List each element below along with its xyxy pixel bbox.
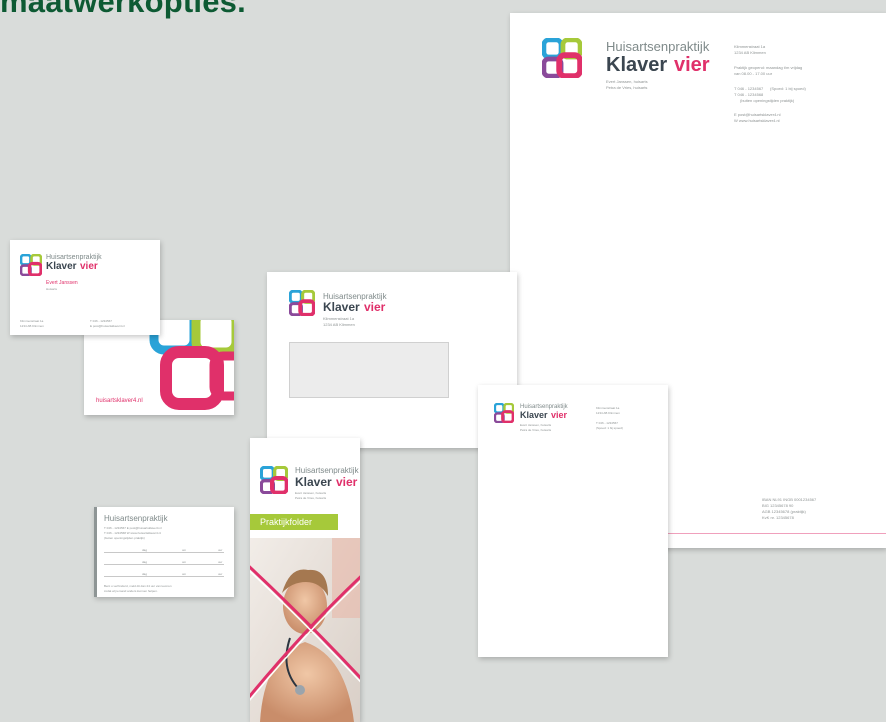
- appointment-unit-label: uur: [218, 572, 223, 576]
- hours-line: van 08.00 - 17.00 uur: [734, 71, 773, 76]
- address-line: Klimmenstraat 1a: [20, 319, 44, 323]
- appointment-footer: zodat wij iemand anders kunnen helpen.: [104, 589, 158, 593]
- bank-line: KvK nr. 12345678: [762, 515, 794, 520]
- logo-word-klaver: Klaver: [323, 300, 360, 314]
- business-card-url: huisartsklaver4.nl: [96, 398, 143, 404]
- page-heading: maatwerkopties.: [0, 0, 246, 19]
- doctor-name: Evert Janssen, huisarts: [520, 423, 552, 427]
- doctor-name: Evert Janssen, huisarts: [606, 79, 648, 84]
- email-line: E post@huisartsklaver4.nl: [90, 324, 125, 328]
- hours-line: Praktijk geopend: maandag t/m vrijdag: [734, 65, 803, 70]
- doctor-name: Petra de Vries, huisarts: [295, 496, 327, 500]
- appointment-row-line: [104, 576, 224, 577]
- address-line: Klimmenstraat 1a: [596, 406, 620, 410]
- logo-word-vier: vier: [674, 54, 710, 76]
- appointment-day-label: dag: [142, 548, 148, 552]
- address-window: [289, 342, 449, 398]
- email-line: E post@huisartsklaver4.nl: [734, 112, 781, 117]
- web-line: W www.huisartsklaver4.nl: [734, 118, 780, 123]
- logo-word-klaver: Klaver: [606, 54, 668, 76]
- phone-line: T 046 - 1234567: [596, 421, 618, 425]
- address-line: Klimmenstraat 1a: [323, 316, 355, 321]
- logo-word-vier: vier: [364, 300, 386, 314]
- logo-line1: Huisartsenpraktijk: [46, 254, 102, 261]
- appointment-day-label: dag: [142, 560, 148, 564]
- logo-word-klaver: Klaver: [520, 410, 548, 420]
- phone-line: T 046 - 1234567: [90, 319, 112, 323]
- logo-icon: [289, 290, 315, 316]
- logo-icon: [260, 466, 288, 494]
- address-line: 1234 AB Klimmen: [596, 411, 620, 415]
- appointment-row-line: [104, 552, 224, 553]
- business-card-name: Evert Janssen: [46, 280, 78, 286]
- practice-folder: Huisartsenpraktijk Klaver vier Evert Jan…: [250, 438, 360, 722]
- logo-icon: [542, 38, 582, 78]
- business-card-role: Huisarts: [46, 287, 58, 291]
- appointment-time-label: om: [182, 572, 187, 576]
- appointment-info: T 046 - 1234568 W www.huisartsklaver4.nl: [104, 531, 161, 535]
- appointment-time-label: om: [182, 548, 187, 552]
- appointment-unit-label: uur: [218, 548, 223, 552]
- appointment-card: Huisartsenpraktijk T 046 - 1234567 E pos…: [94, 507, 234, 597]
- logo-line1: Huisartsenpraktijk: [295, 466, 359, 475]
- folder-label: Praktijkfolder: [260, 517, 313, 527]
- bank-line: BIG 12345678 90: [762, 503, 794, 508]
- appointment-time-label: om: [182, 560, 187, 564]
- bank-line: AGB 12345678 (praktijk): [762, 509, 806, 514]
- logo-icon: [494, 403, 514, 423]
- address-line: Klimmenstraat 1a: [734, 44, 766, 49]
- doctor-name: Petra de Vries, huisarts: [606, 85, 648, 90]
- appointment-row-line: [104, 564, 224, 565]
- bank-line: IBAN NL91 INGB 0001234567: [762, 497, 817, 502]
- compliment-card: Huisartsenpraktijk Klaver vier Evert Jan…: [478, 385, 668, 657]
- doctor-name: Evert Janssen, huisarts: [295, 491, 327, 495]
- logo-icon: [20, 254, 42, 276]
- doctor-name: Petra de Vries, huisarts: [520, 428, 552, 432]
- logo-word-klaver: Klaver: [295, 475, 332, 489]
- phone-note: (buiten openingstijden praktijk): [740, 98, 795, 103]
- appointment-title: Huisartsenpraktijk: [104, 514, 168, 523]
- logo-word-vier: vier: [551, 410, 568, 420]
- logo-word-vier: vier: [336, 475, 358, 489]
- appointment-unit-label: uur: [218, 560, 223, 564]
- phone-line: T 046 - 1234568: [734, 92, 764, 97]
- address-line: 1234 AB Klimmen: [323, 322, 355, 327]
- phone-note: (Spoed: 1 bij spoed): [596, 426, 623, 430]
- card-edge-stripe: [94, 507, 97, 597]
- appointment-day-label: dag: [142, 572, 148, 576]
- address-line: 1234 AB Klimmen: [734, 50, 766, 55]
- appointment-footer: Bent u verhinderd, meld dit dan 24 uur v…: [104, 584, 172, 588]
- appointment-info: T 046 - 1234567 E post@huisartsklaver4.n…: [104, 526, 162, 530]
- address-line: 1234 AB Klimmen: [20, 324, 44, 328]
- logo-word-vier: vier: [80, 261, 98, 272]
- phone-extra: (Spoed: 1 bij spoed): [770, 86, 806, 91]
- business-card-front: Huisartsenpraktijk Klaver vier Evert Jan…: [10, 240, 160, 335]
- logo-word-klaver: Klaver: [46, 261, 77, 272]
- doctor-photo: [250, 538, 360, 722]
- phone-line: T 046 - 1234567: [734, 86, 764, 91]
- logo-line1: Huisartsenpraktijk: [606, 39, 710, 54]
- appointment-info: (buiten openingstijden praktijk): [104, 536, 145, 540]
